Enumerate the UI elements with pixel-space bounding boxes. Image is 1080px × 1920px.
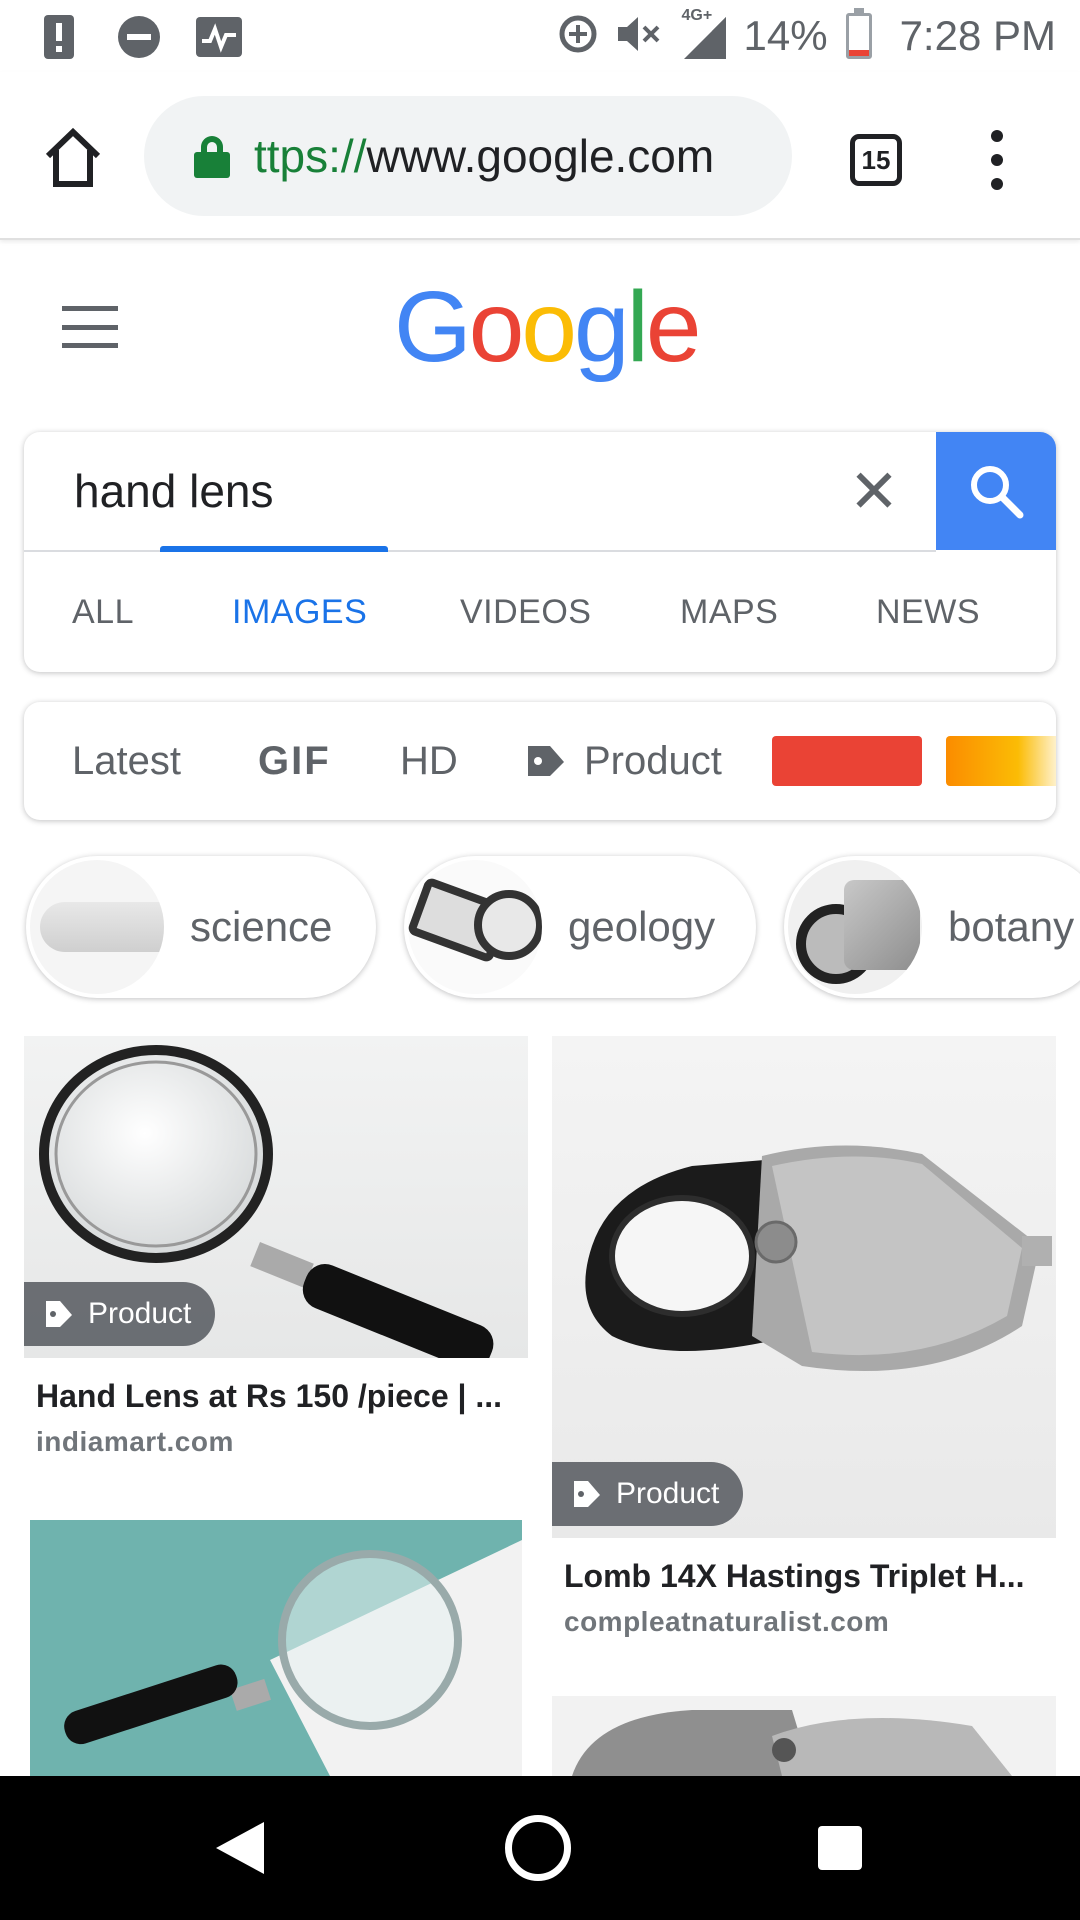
tab-all[interactable]: ALL [72, 552, 134, 672]
tag-icon [528, 746, 564, 776]
tab-videos[interactable]: VIDEOS [460, 552, 591, 672]
google-logo[interactable]: Google [394, 270, 701, 385]
chip-label: geology [568, 903, 716, 950]
search-tabs: ALL IMAGES VIDEOS MAPS NEWS [24, 552, 1056, 672]
battery-icon [845, 8, 872, 59]
browser-toolbar: ttps://www.google.com 15 [0, 72, 1080, 240]
lock-icon [194, 136, 230, 178]
clock: 7:28 PM [899, 12, 1056, 59]
product-badge: Product [24, 1282, 216, 1346]
mute-icon [616, 14, 664, 59]
dnd-icon [116, 14, 162, 60]
url-scheme: ttps:// [254, 130, 367, 182]
search-input[interactable] [72, 432, 812, 550]
result-image-3[interactable] [30, 1520, 522, 1776]
color-filter-red[interactable] [772, 736, 922, 786]
color-filter-orange[interactable] [946, 736, 1056, 786]
chip-label: science [190, 903, 333, 950]
result-site-2[interactable]: compleatnaturalist.com [564, 1606, 889, 1638]
tab-switcher-button[interactable]: 15 [850, 134, 902, 186]
result-title-2[interactable]: Lomb 14X Hastings Triplet H... [564, 1558, 1044, 1595]
data-saver-icon [558, 14, 598, 59]
more-vert-icon [991, 130, 1003, 142]
result-title-1[interactable]: Hand Lens at Rs 150 /piece | ... [36, 1378, 516, 1415]
tab-maps[interactable]: MAPS [680, 552, 778, 672]
chip-thumbnail [30, 860, 164, 994]
active-tab-indicator [160, 546, 388, 552]
search-icon [971, 466, 1024, 519]
related-chip-science[interactable]: science [26, 856, 376, 998]
filter-latest[interactable]: Latest [72, 702, 181, 820]
home-icon [45, 127, 101, 187]
filter-product[interactable]: Product [526, 702, 722, 820]
result-image-4[interactable] [552, 1696, 1056, 1776]
filter-gif[interactable]: GIF [258, 702, 331, 820]
browser-menu-button[interactable] [972, 130, 1022, 190]
battery-level [848, 50, 869, 56]
chip-thumbnail [408, 860, 542, 994]
chip-thumbnail [788, 860, 922, 994]
related-chip-botany[interactable]: botany [784, 856, 1080, 998]
battery-percent: 14% [743, 12, 828, 59]
status-bar: 4G+ 14% 7:28 PM [0, 0, 1080, 72]
signal-icon: 4G+ [682, 7, 726, 59]
home-button[interactable] [38, 122, 108, 192]
image-filter-bar: Latest GIF HD Product [24, 702, 1056, 820]
url-host: www.google.com [366, 130, 715, 182]
result-image-2[interactable]: Product [552, 1036, 1056, 1538]
system-nav-bar [0, 1776, 1080, 1920]
result-image-1[interactable]: Product [24, 1036, 528, 1358]
magnifier-on-paper-image [64, 1540, 522, 1776]
back-icon [216, 1822, 264, 1874]
tab-images[interactable]: IMAGES [232, 552, 367, 672]
alert-icon [36, 14, 82, 60]
hamburger-menu-button[interactable] [62, 306, 118, 348]
chip-label: botany [948, 903, 1075, 950]
tag-icon [46, 1301, 72, 1327]
close-icon: ✕ [848, 458, 900, 525]
product-badge-label: Product [88, 1297, 192, 1330]
tag-icon [574, 1481, 600, 1507]
related-chip-geology[interactable]: geology [404, 856, 756, 998]
search-button[interactable] [936, 432, 1056, 550]
loupe-image [572, 1710, 1012, 1776]
back-button[interactable] [212, 1820, 268, 1881]
filter-product-label: Product [584, 738, 722, 783]
recents-button[interactable] [818, 1826, 862, 1870]
search-box: ✕ ALL IMAGES VIDEOS MAPS NEWS [24, 432, 1056, 672]
tab-news[interactable]: NEWS [876, 552, 980, 672]
home-nav-button[interactable] [505, 1815, 571, 1881]
filter-hd[interactable]: HD [400, 702, 458, 820]
url-bar[interactable]: ttps://www.google.com [144, 96, 792, 216]
url-text: ttps://www.google.com [254, 129, 714, 183]
activity-icon [196, 14, 242, 60]
product-badge-label: Product [616, 1477, 720, 1510]
product-badge: Product [552, 1462, 744, 1526]
clear-search-button[interactable]: ✕ [844, 462, 904, 522]
network-type-label: 4G+ [681, 7, 713, 24]
result-site-1[interactable]: indiamart.com [36, 1426, 234, 1458]
